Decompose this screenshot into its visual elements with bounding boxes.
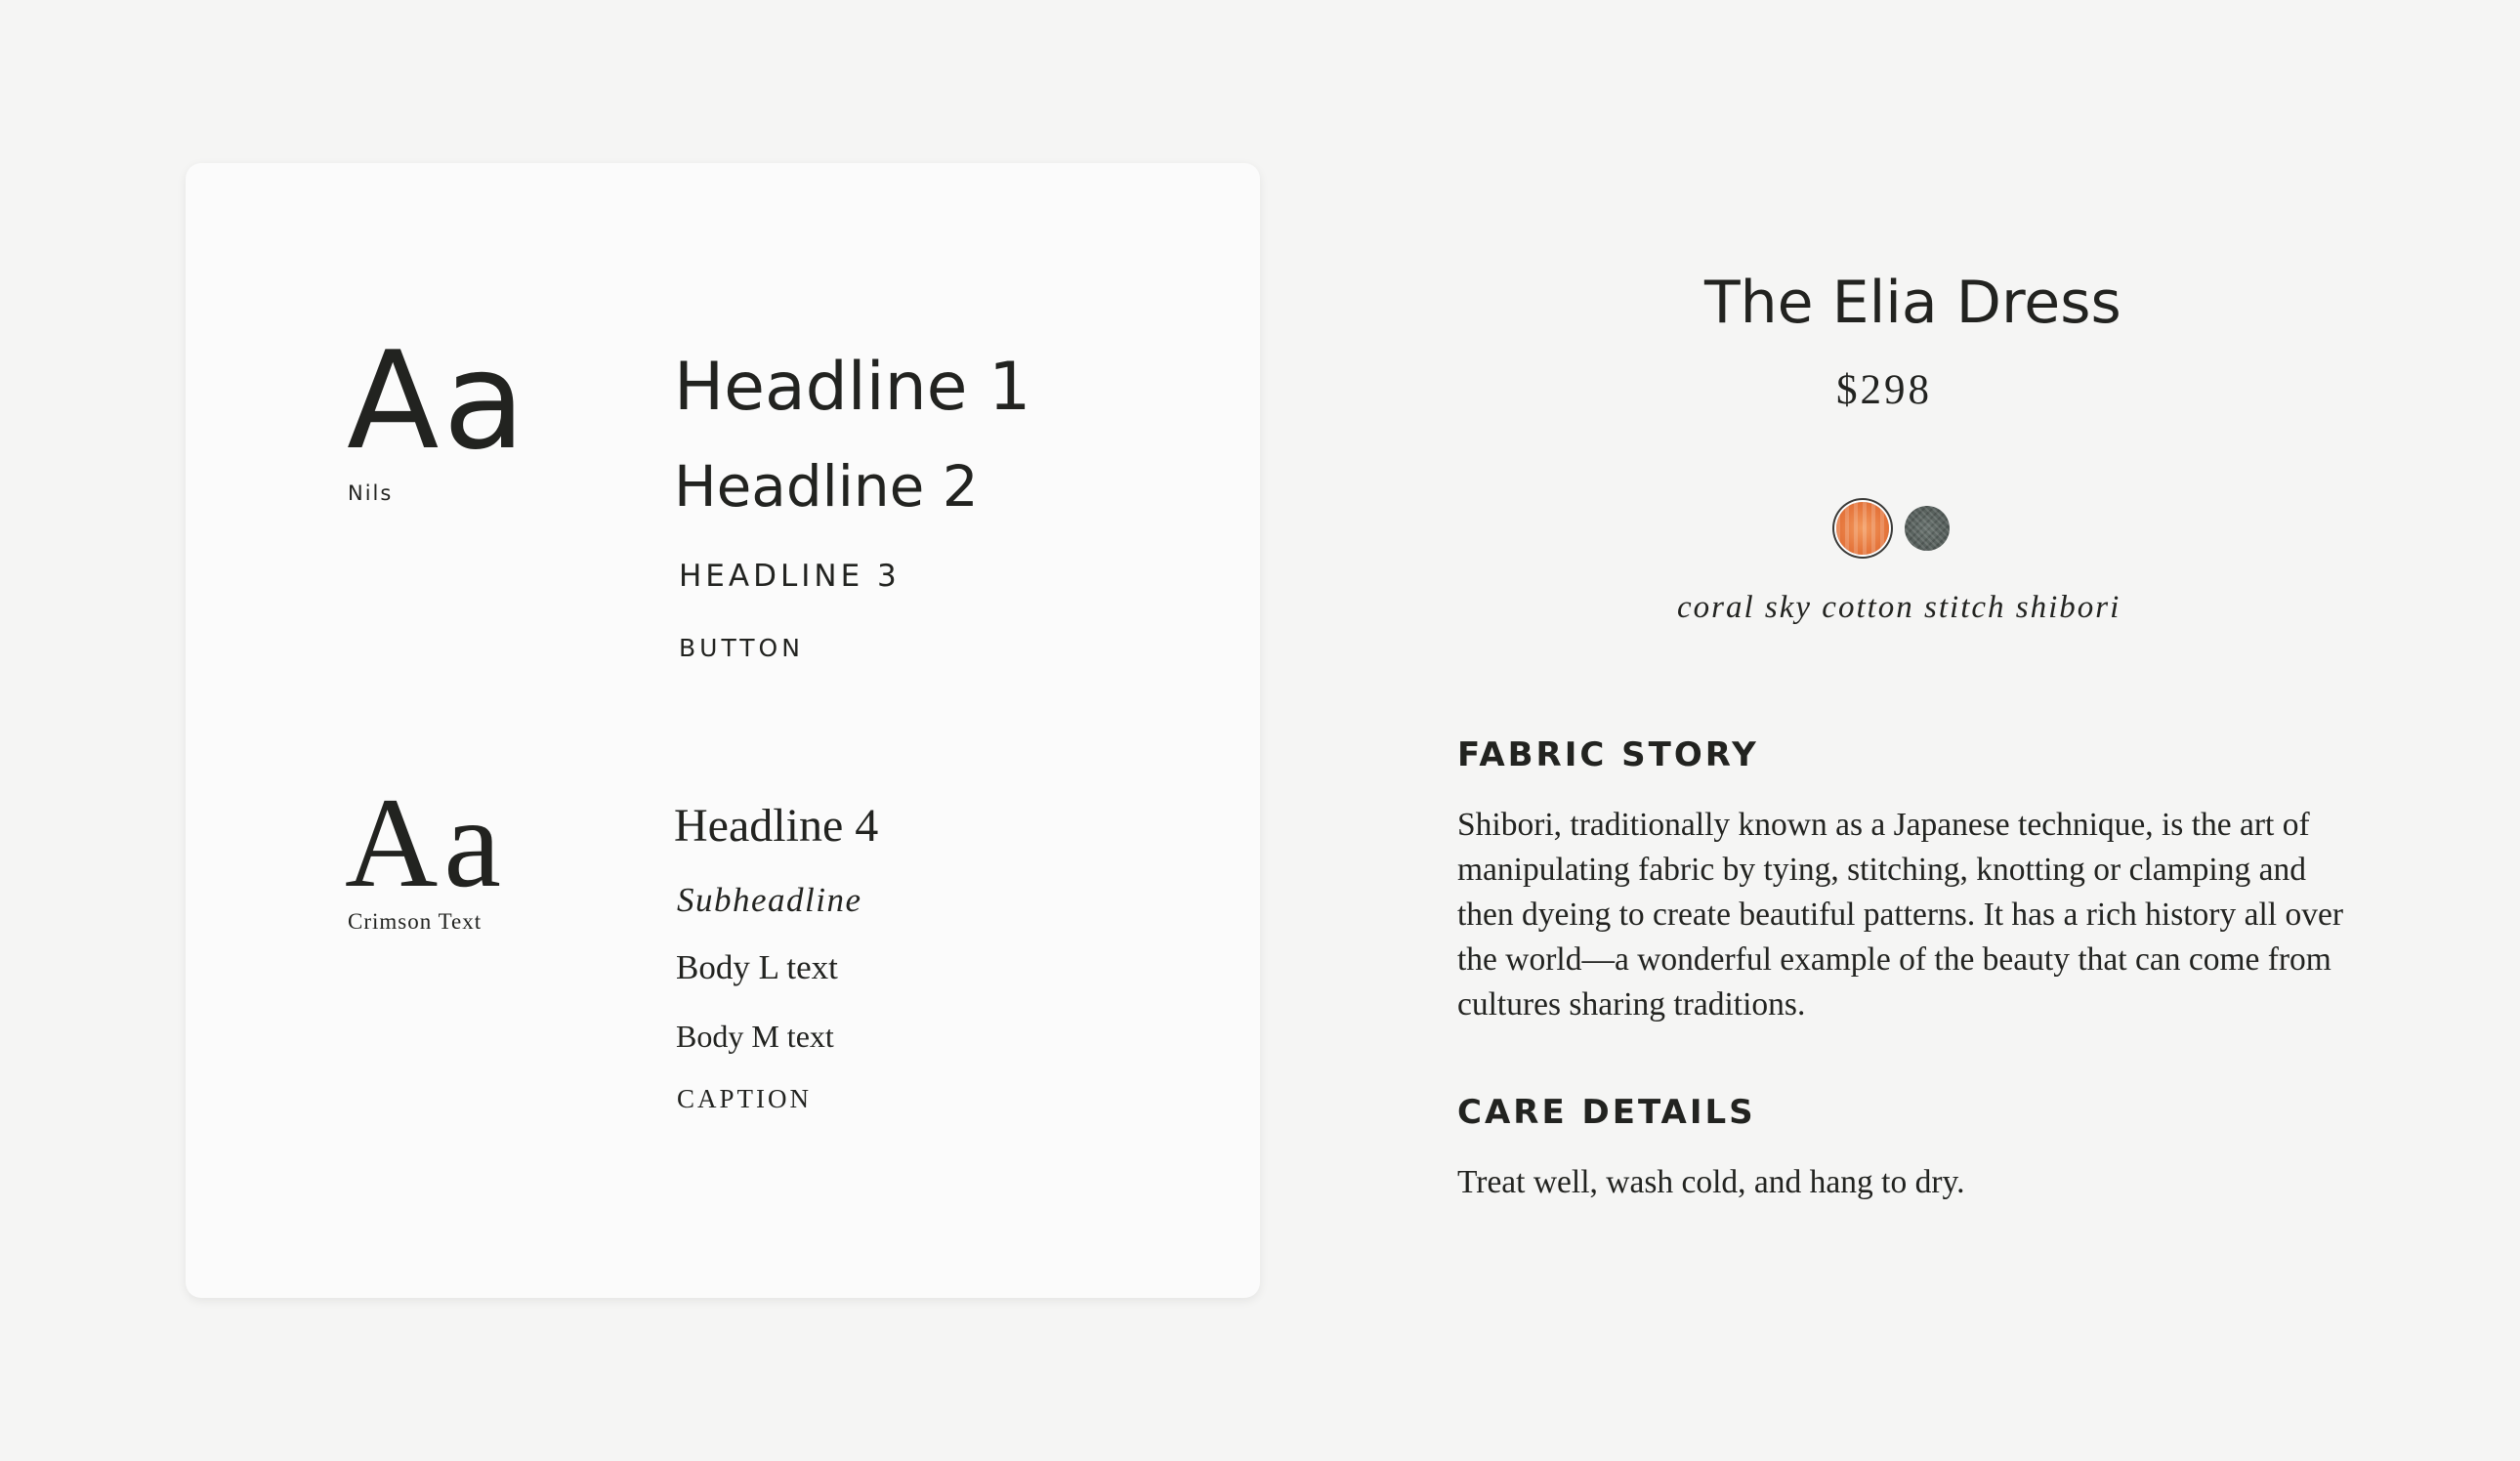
headline-2-sample: Headline 2 — [674, 453, 979, 520]
body-l-sample: Body L text — [676, 948, 838, 986]
product-price: $298 — [1836, 367, 1932, 413]
button-sample: BUTTON — [679, 634, 804, 662]
selected-color-name: coral sky cotton stitch shibori — [1677, 590, 2121, 625]
sans-specimen-glyphs: Aa — [347, 322, 529, 480]
caption-sample: CAPTION — [677, 1084, 813, 1113]
care-details-text: Treat well, wash cold, and hang to dry. — [1457, 1164, 1965, 1200]
headline-1-sample: Headline 1 — [674, 349, 1031, 426]
serif-font-name: Crimson Text — [348, 909, 483, 934]
coral-swatch[interactable] — [1836, 502, 1889, 555]
body-m-sample: Body M text — [676, 1019, 834, 1054]
headline-3-sample: HEADLINE 3 — [679, 559, 901, 594]
serif-specimen-glyphs: Aa — [345, 771, 507, 914]
sans-font-name: Nils — [348, 481, 394, 505]
care-details-heading: CARE DETAILS — [1457, 1093, 1756, 1132]
subheadline-sample: Subheadline — [677, 881, 862, 919]
product-title: The Elia Dress — [1704, 269, 2121, 337]
fabric-story-text: Shibori, traditionally known as a Japane… — [1457, 807, 2343, 1023]
slate-swatch[interactable] — [1905, 506, 1950, 551]
typography-card: Aa Nils Headline 1 Headline 2 HEADLINE 3… — [186, 163, 1260, 1298]
fabric-story-heading: FABRIC STORY — [1457, 735, 1759, 774]
headline-4-sample: Headline 4 — [674, 800, 879, 852]
